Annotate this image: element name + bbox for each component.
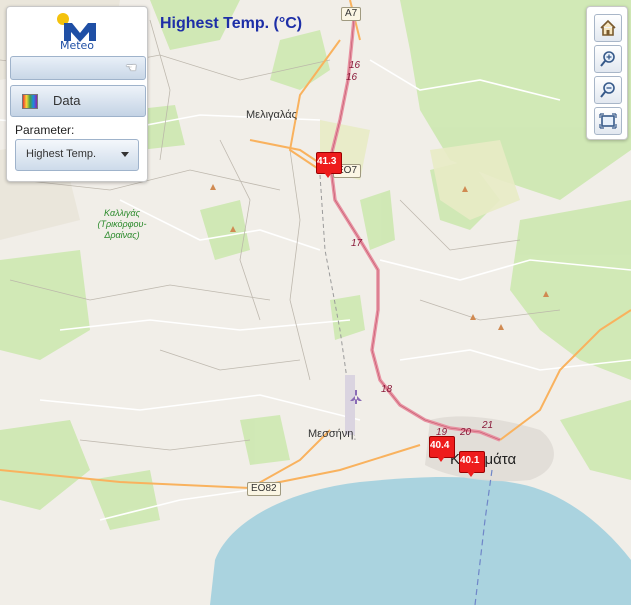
road-number-16b: 16 — [346, 72, 358, 83]
zoom-out-button[interactable] — [594, 76, 622, 104]
collapse-panel-button[interactable]: ☚ — [10, 56, 146, 80]
marker-value: 41.3 — [317, 156, 337, 167]
road-number-21: 21 — [482, 420, 494, 431]
road-number-17: 17 — [351, 238, 363, 249]
parameter-label: Parameter: — [15, 123, 75, 137]
road-number-20: 20 — [460, 427, 472, 438]
marker-value: 40.4 — [430, 440, 450, 451]
map-toolbar — [586, 6, 628, 140]
map-title: Highest Temp. (°C) — [160, 15, 303, 32]
place-label-meligalas: Μελιγαλάς — [246, 109, 297, 121]
place-label-kallirgas: Καλλιγάς (Τρικόρφου-Δραίνας) — [97, 208, 147, 240]
zoom-in-button[interactable] — [594, 45, 622, 73]
place-label-messini: Μεσσήνη — [308, 428, 354, 440]
road-shield-eo82: EO82 — [247, 482, 281, 496]
marker-value: 40.1 — [460, 455, 480, 466]
road-number-16a: 16 — [349, 60, 361, 71]
zoom-out-icon — [600, 82, 615, 98]
data-button[interactable]: Data — [10, 85, 146, 117]
temperature-marker[interactable]: 41.3 — [316, 152, 342, 178]
parameter-select[interactable]: Highest Temp. — [15, 139, 139, 171]
marker-pointer — [323, 171, 333, 178]
hand-pointer-icon: ☚ — [125, 60, 137, 75]
temperature-marker[interactable]: 40.4 — [429, 436, 455, 462]
home-icon — [600, 19, 616, 36]
zoom-in-icon — [600, 51, 615, 67]
parameter-selected-value: Highest Temp. — [26, 148, 97, 160]
temperature-marker[interactable]: 40.1 — [459, 451, 485, 477]
road-number-18: 18 — [381, 384, 393, 395]
logo-text: Meteo — [59, 39, 95, 52]
road-shield-a7: A7 — [341, 7, 362, 21]
chevron-down-icon — [121, 152, 129, 157]
zoom-extent-icon — [599, 113, 617, 129]
color-scale-icon — [22, 94, 38, 109]
zoom-extent-button[interactable] — [594, 107, 622, 135]
control-panel: Meteo ☚ Data Parameter: Highest Temp. — [6, 6, 148, 182]
marker-pointer — [436, 455, 446, 462]
data-button-label: Data — [53, 93, 81, 108]
home-button[interactable] — [594, 14, 622, 42]
marker-pointer — [466, 470, 476, 477]
